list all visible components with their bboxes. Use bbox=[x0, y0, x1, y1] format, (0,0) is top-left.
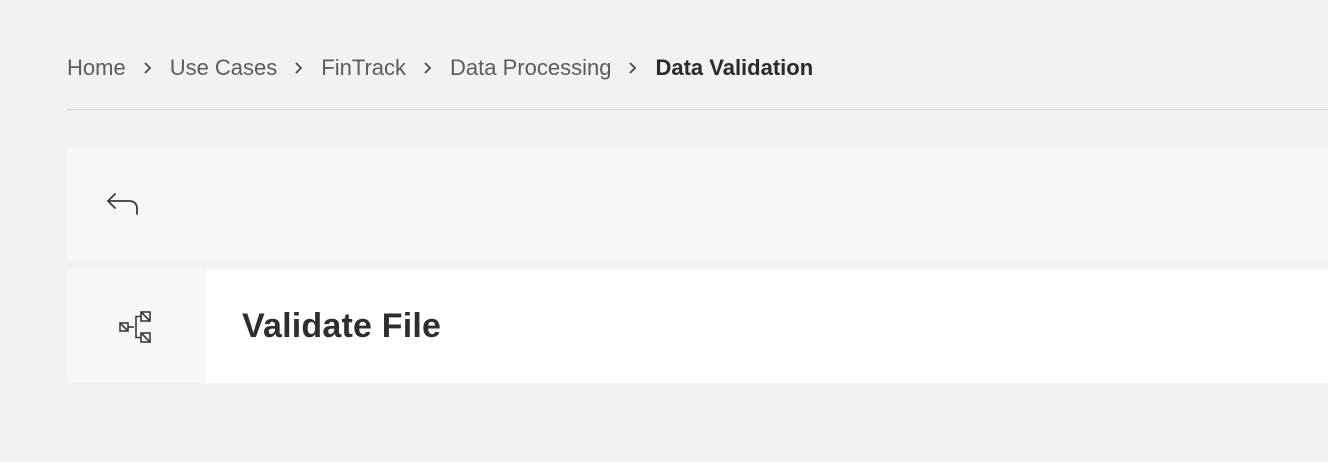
breadcrumb-data-processing[interactable]: Data Processing bbox=[450, 55, 611, 81]
chevron-right-icon bbox=[143, 61, 153, 75]
chevron-right-icon bbox=[423, 61, 433, 75]
breadcrumb-fintrack[interactable]: FinTrack bbox=[321, 55, 406, 81]
breadcrumb-data-validation: Data Validation bbox=[655, 54, 814, 80]
workflow-node-icon bbox=[118, 311, 151, 343]
page-title: Validate File bbox=[242, 306, 442, 345]
chevron-right-icon bbox=[294, 61, 304, 75]
step-icon-cell bbox=[67, 269, 206, 383]
back-bar bbox=[67, 147, 1328, 261]
breadcrumb-home[interactable]: Home bbox=[67, 55, 126, 81]
chevron-right-icon bbox=[628, 61, 638, 75]
step-header: Validate File bbox=[67, 269, 1328, 383]
breadcrumb-use-cases[interactable]: Use Cases bbox=[170, 55, 278, 81]
back-arrow-icon bbox=[107, 193, 138, 215]
step-title-cell: Validate File bbox=[206, 269, 1328, 383]
breadcrumb: Home Use Cases FinTrack Data Processing … bbox=[67, 44, 1328, 110]
back-button[interactable] bbox=[103, 185, 143, 221]
